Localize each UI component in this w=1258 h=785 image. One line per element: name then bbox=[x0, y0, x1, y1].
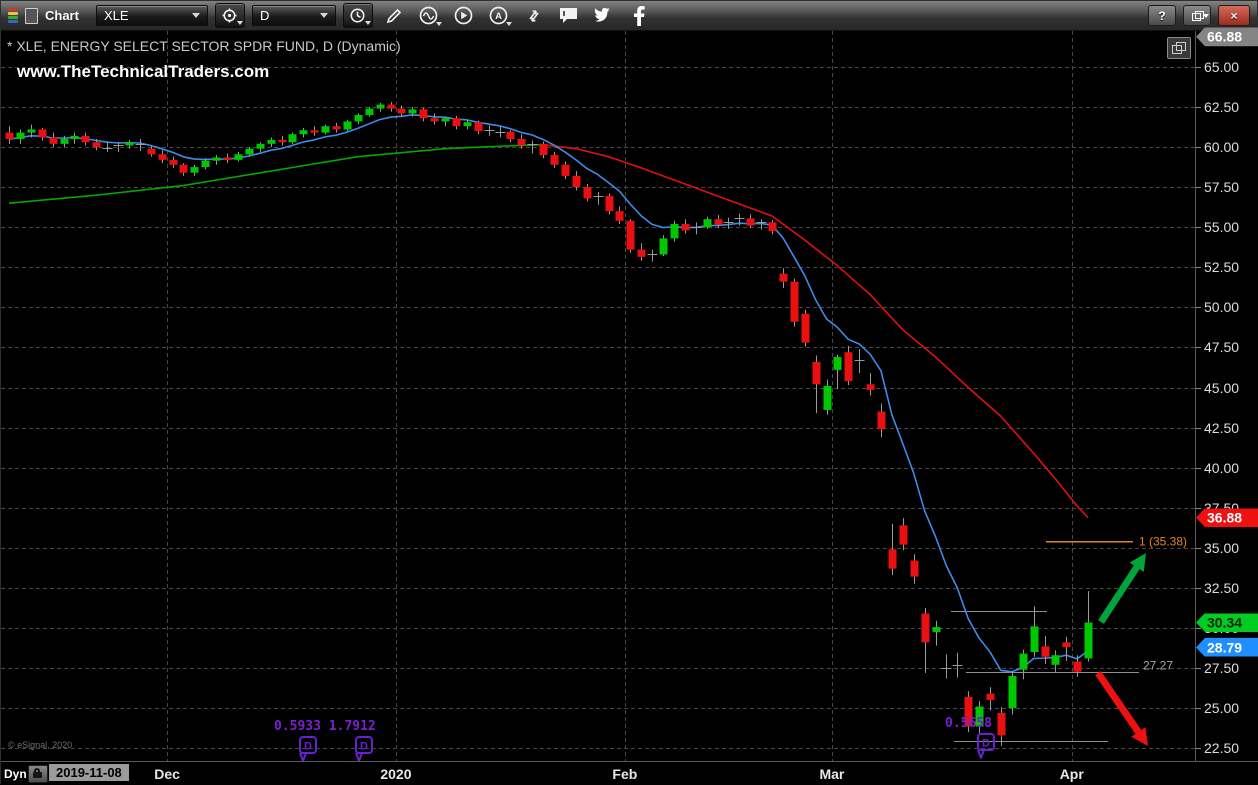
start-date-box[interactable]: 2019-11-08 bbox=[49, 764, 129, 781]
pencil-icon bbox=[384, 6, 404, 26]
price-tag: 28.79 bbox=[1196, 638, 1258, 657]
price-tick-label: 65.00 bbox=[1204, 59, 1239, 75]
price-tick-mark bbox=[1196, 347, 1201, 348]
price-tick-mark bbox=[1196, 428, 1201, 429]
dynamic-mode-label: Dyn bbox=[4, 767, 27, 781]
price-tag: 66.88 bbox=[1196, 27, 1258, 46]
price-tick-mark bbox=[1196, 508, 1201, 509]
chevron-down-icon bbox=[436, 22, 442, 26]
time-axis[interactable]: Dyn 2019-11-08 Dec 2020 Feb Mar Apr bbox=[1, 761, 1258, 785]
price-tick-mark bbox=[1196, 267, 1201, 268]
price-tag: 36.88 bbox=[1196, 508, 1258, 527]
window-title: Chart bbox=[45, 8, 79, 23]
page-icon bbox=[25, 8, 38, 24]
gear-icon bbox=[221, 7, 238, 24]
share-twitter-button[interactable] bbox=[590, 4, 618, 28]
price-tick-mark bbox=[1196, 227, 1201, 228]
price-tick-mark bbox=[1196, 548, 1201, 549]
restore-button[interactable] bbox=[1183, 5, 1211, 26]
price-tick-mark bbox=[1196, 307, 1201, 308]
month-label: 2020 bbox=[380, 766, 411, 782]
price-tick-mark bbox=[1196, 668, 1201, 669]
popout-button[interactable] bbox=[1167, 37, 1191, 59]
interval-combobox[interactable]: D bbox=[252, 5, 336, 26]
comment-button[interactable] bbox=[555, 4, 583, 28]
symbol-settings-button[interactable] bbox=[215, 3, 245, 28]
price-tick-mark bbox=[1196, 147, 1201, 148]
swap-arrows-icon bbox=[524, 6, 544, 26]
chart-window: Chart XLE D bbox=[0, 0, 1258, 784]
month-label: Apr bbox=[1060, 766, 1084, 782]
twitter-icon bbox=[593, 6, 615, 25]
price-tick-label: 55.00 bbox=[1204, 219, 1239, 235]
price-tick-mark bbox=[1196, 107, 1201, 108]
interval-value: D bbox=[260, 8, 269, 23]
price-chart-canvas[interactable] bbox=[1, 31, 1195, 761]
symbol-combobox[interactable]: XLE bbox=[96, 5, 208, 26]
price-tick-label: 52.50 bbox=[1204, 259, 1239, 275]
symbol-value: XLE bbox=[104, 8, 129, 23]
link-button[interactable] bbox=[520, 4, 548, 28]
price-tick-mark bbox=[1196, 67, 1201, 68]
copyright-label: © eSignal, 2020 bbox=[8, 740, 72, 750]
price-tick-mark bbox=[1196, 628, 1201, 629]
month-label: Dec bbox=[154, 766, 180, 782]
close-button[interactable]: × bbox=[1218, 5, 1250, 26]
month-label: Mar bbox=[819, 766, 844, 782]
chevron-down-icon bbox=[237, 21, 243, 25]
price-tick-mark bbox=[1196, 187, 1201, 188]
clock-icon bbox=[349, 7, 366, 24]
studies-button[interactable] bbox=[415, 4, 443, 28]
price-tag: 30.34 bbox=[1196, 613, 1258, 632]
share-facebook-button[interactable] bbox=[625, 4, 653, 28]
toolbar: Chart XLE D bbox=[1, 1, 1257, 31]
annotate-button[interactable]: A bbox=[485, 4, 513, 28]
watermark: www.TheTechnicalTraders.com bbox=[17, 62, 269, 82]
price-axis[interactable]: 65.00 62.50 60.00 57.50 55.00 52.50 50.00 47.50… bbox=[1195, 31, 1258, 761]
price-tick-mark bbox=[1196, 468, 1201, 469]
chart-title: * XLE, ENERGY SELECT SECTOR SPDR FUND, D… bbox=[7, 38, 401, 54]
price-tick-label: 62.50 bbox=[1204, 99, 1239, 115]
price-tick-label: 27.50 bbox=[1204, 660, 1239, 676]
month-label: Feb bbox=[612, 766, 637, 782]
replay-button[interactable] bbox=[450, 4, 478, 28]
price-tick-mark bbox=[1196, 748, 1201, 749]
price-tick-label: 35.00 bbox=[1204, 540, 1239, 556]
price-tick-mark bbox=[1196, 588, 1201, 589]
play-icon bbox=[453, 5, 474, 26]
lock-button[interactable] bbox=[28, 765, 48, 783]
restore-icon bbox=[1192, 11, 1202, 20]
price-tick-label: 40.00 bbox=[1204, 460, 1239, 476]
price-tick-mark bbox=[1196, 388, 1201, 389]
price-tick-label: 60.00 bbox=[1204, 139, 1239, 155]
price-tick-label: 47.50 bbox=[1204, 339, 1239, 355]
facebook-icon bbox=[633, 6, 645, 26]
draw-tool-button[interactable] bbox=[380, 4, 408, 28]
price-tick-label: 32.50 bbox=[1204, 580, 1239, 596]
price-tick-mark bbox=[1196, 708, 1201, 709]
price-tick-label: 22.50 bbox=[1204, 740, 1239, 756]
comment-bubble-icon bbox=[557, 5, 580, 26]
price-tick-label: 25.00 bbox=[1204, 700, 1239, 716]
price-tick-label: 42.50 bbox=[1204, 420, 1239, 436]
price-tick-label: 57.50 bbox=[1204, 179, 1239, 195]
chevron-down-icon bbox=[320, 13, 328, 18]
chevron-down-icon bbox=[192, 13, 200, 18]
chevron-down-icon bbox=[365, 21, 371, 25]
esignal-logo-icon bbox=[8, 8, 18, 23]
price-tick-label: 45.00 bbox=[1204, 380, 1239, 396]
price-tick-label: 50.00 bbox=[1204, 299, 1239, 315]
chevron-down-icon bbox=[506, 22, 512, 26]
svg-text:A: A bbox=[496, 11, 503, 22]
time-template-button[interactable] bbox=[343, 3, 373, 28]
help-button[interactable]: ? bbox=[1148, 5, 1176, 26]
